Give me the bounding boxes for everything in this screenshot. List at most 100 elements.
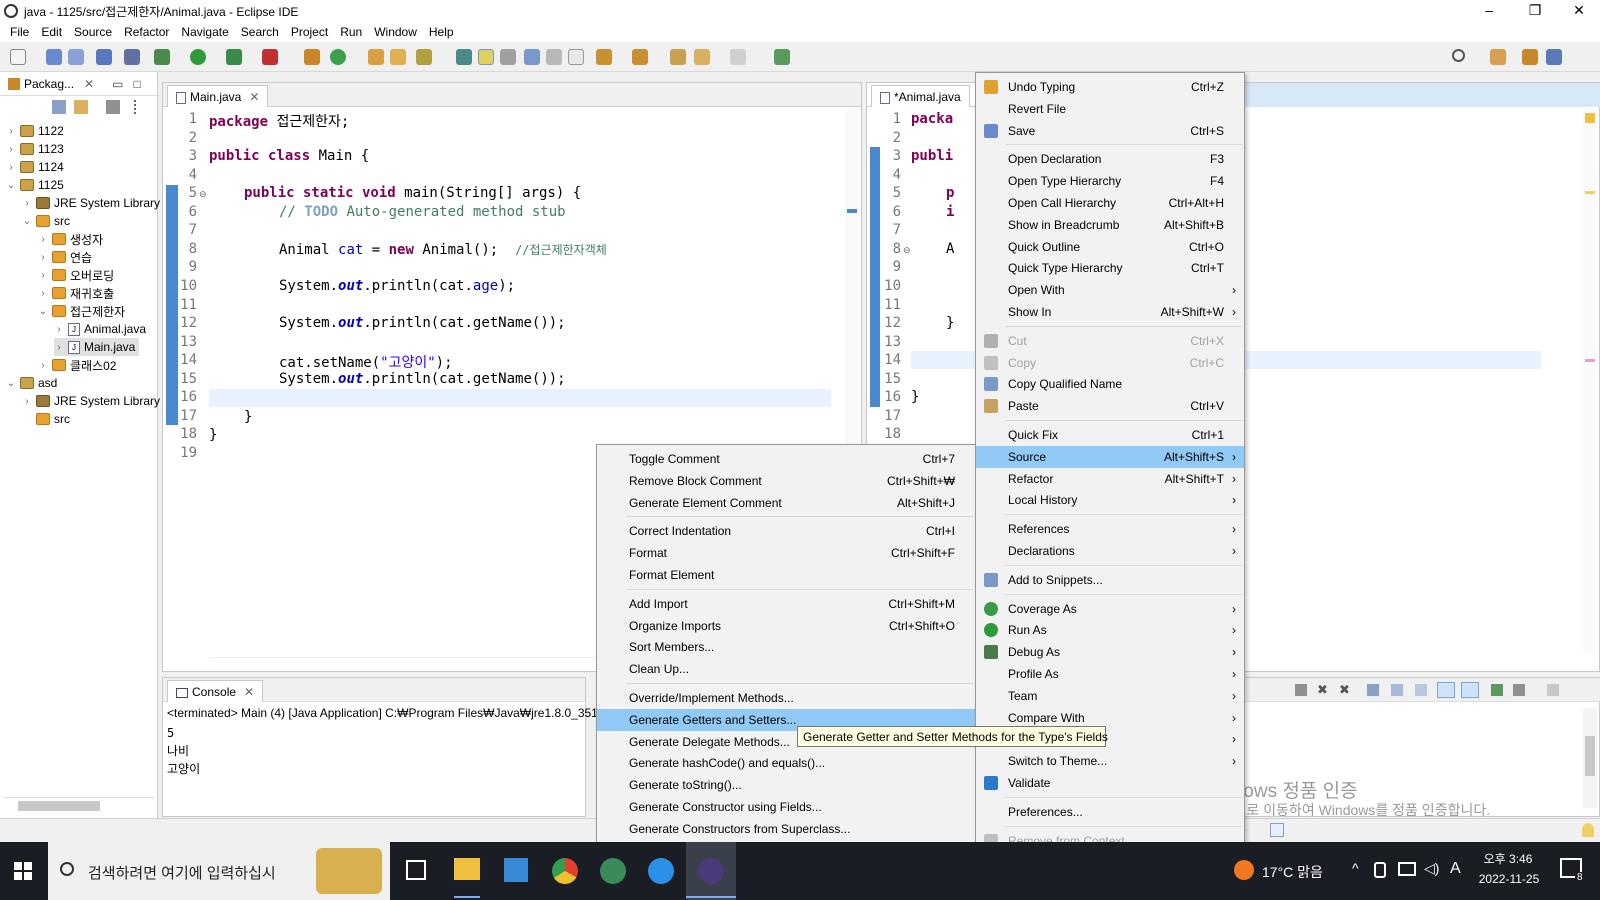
paragraph-icon[interactable]: [568, 49, 584, 65]
console-icon[interactable]: [96, 49, 112, 65]
display-console-icon[interactable]: [1513, 684, 1525, 696]
menu-help[interactable]: Help: [423, 25, 460, 39]
menu-item-switch-to-theme[interactable]: Switch to Theme... ›: [976, 750, 1244, 772]
package-explorer-title[interactable]: Packag...: [24, 77, 74, 91]
menu-item-show-in-breadcrumb[interactable]: Show in Breadcrumb Alt+Shift+B: [976, 214, 1244, 236]
warning-marker-icon[interactable]: [1585, 113, 1595, 123]
menu-refactor[interactable]: Refactor: [118, 25, 175, 39]
filter-icon[interactable]: [106, 100, 120, 114]
file-explorer-icon[interactable]: [454, 858, 480, 880]
menu-window[interactable]: Window: [368, 25, 423, 39]
overview-marker[interactable]: [1585, 359, 1595, 362]
windows-start-icon[interactable]: [14, 862, 32, 880]
taskbar-time[interactable]: 오후 3:46: [1478, 850, 1538, 867]
word-wrap-icon[interactable]: [1415, 684, 1427, 696]
tip-bulb-icon[interactable]: [1582, 823, 1594, 837]
menu-item-generate-hashcode-and-equals[interactable]: Generate hashCode() and equals()...: [597, 752, 975, 774]
terminate-icon[interactable]: [1295, 684, 1307, 696]
forward-icon[interactable]: [730, 49, 746, 65]
clear-console-icon[interactable]: [1367, 684, 1379, 696]
menu-item-references[interactable]: References ›: [976, 518, 1244, 540]
menu-item-copy[interactable]: Copy Ctrl+C: [976, 352, 1244, 374]
expand-chevron-icon[interactable]: ›: [6, 144, 16, 155]
tree-item[interactable]: › J Main.java: [54, 338, 140, 356]
minimize-button[interactable]: –: [1466, 0, 1512, 22]
menu-item-debug-as[interactable]: Debug As ›: [976, 641, 1244, 663]
pin-editor-icon[interactable]: [774, 49, 790, 65]
scroll-lock-icon[interactable]: [1391, 684, 1403, 696]
weather-icon[interactable]: [1234, 860, 1254, 880]
menu-item-override-implement-methods[interactable]: Override/Implement Methods...: [597, 687, 975, 709]
weather-text[interactable]: 17°C 맑음: [1262, 862, 1323, 882]
tree-item[interactable]: › 연습: [38, 248, 92, 266]
menu-item-quick-type-hierarchy[interactable]: Quick Type Hierarchy Ctrl+T: [976, 257, 1244, 279]
menu-item-undo-typing[interactable]: Undo Typing Ctrl+Z: [976, 76, 1244, 98]
open-type-icon[interactable]: [368, 49, 384, 65]
overview-marker[interactable]: [847, 209, 857, 213]
menu-item-generate-constructors-from-superclass[interactable]: Generate Constructors from Superclass...: [597, 818, 975, 840]
menu-item-correct-indentation[interactable]: Correct Indentation Ctrl+I: [597, 520, 975, 542]
menu-item-open-call-hierarchy[interactable]: Open Call Hierarchy Ctrl+Alt+H: [976, 192, 1244, 214]
menu-item-remove-block-comment[interactable]: Remove Block Comment Ctrl+Shift+₩: [597, 470, 975, 492]
show-whitespace-icon[interactable]: [546, 49, 562, 65]
menu-item-validate[interactable]: Validate: [976, 772, 1244, 794]
menu-item-refactor[interactable]: Refactor Alt+Shift+T ›: [976, 468, 1244, 490]
menu-project[interactable]: Project: [285, 25, 334, 39]
view-menu-icon[interactable]: [134, 100, 138, 114]
tree-item[interactable]: ⌄ asd: [6, 374, 58, 392]
expand-chevron-icon[interactable]: ›: [22, 396, 32, 407]
menu-item-revert-file[interactable]: Revert File: [976, 98, 1244, 120]
collapse-chevron-icon[interactable]: ⌄: [6, 378, 16, 389]
show-on-output-icon[interactable]: [1437, 682, 1455, 698]
tree-item[interactable]: src: [22, 410, 70, 428]
menu-item-profile-as[interactable]: Profile As ›: [976, 663, 1244, 685]
minimize-view-icon[interactable]: ▭: [112, 77, 123, 91]
prev-annotation-icon[interactable]: [632, 49, 648, 65]
tree-item[interactable]: › 오버로딩: [38, 266, 114, 284]
menu-item-quick-fix[interactable]: Quick Fix Ctrl+1: [976, 424, 1244, 446]
menu-item-open-type-hierarchy[interactable]: Open Type Hierarchy F4: [976, 170, 1244, 192]
menu-item-team[interactable]: Team ›: [976, 685, 1244, 707]
console-view[interactable]: Console ✕ <terminated> Main (4) [Java App…: [162, 677, 598, 817]
menu-edit[interactable]: Edit: [35, 25, 68, 39]
remove-launch-icon[interactable]: ✖: [1317, 683, 1329, 696]
menu-file[interactable]: File: [4, 25, 35, 39]
collapse-chevron-icon[interactable]: ⌄: [22, 216, 32, 227]
tree-item[interactable]: › 클래스02: [38, 356, 116, 374]
console-scrollbar[interactable]: [1583, 708, 1597, 808]
coverage-icon[interactable]: [226, 49, 242, 65]
link-editor-icon[interactable]: [74, 100, 88, 114]
fold-toggle-icon[interactable]: ⊖: [199, 189, 207, 200]
task-view-icon[interactable]: [406, 860, 426, 880]
tree-item[interactable]: ⌄ 1125: [6, 176, 64, 194]
eclipse-taskbar-button[interactable]: [686, 842, 736, 900]
search-icon[interactable]: [1452, 49, 1465, 62]
menu-search[interactable]: Search: [235, 25, 285, 39]
expand-chevron-icon[interactable]: ›: [54, 342, 64, 353]
new-icon[interactable]: [10, 49, 26, 65]
new-package-icon[interactable]: [304, 49, 320, 65]
menu-item-sort-members[interactable]: Sort Members...: [597, 636, 975, 658]
expand-chevron-icon[interactable]: ›: [38, 252, 48, 263]
collapse-chevron-icon[interactable]: ⌄: [38, 306, 48, 317]
menu-item-toggle-comment[interactable]: Toggle Comment Ctrl+7: [597, 448, 975, 470]
menu-item-copy-qualified-name[interactable]: Copy Qualified Name: [976, 373, 1244, 395]
menu-item-show-in[interactable]: Show In Alt+Shift+W ›: [976, 301, 1244, 323]
show-on-error-icon[interactable]: [1461, 682, 1479, 698]
close-view-icon[interactable]: ✕: [84, 77, 94, 91]
tree-item[interactable]: › JRE System Library: [22, 194, 160, 212]
menu-item-coverage-as[interactable]: Coverage As ›: [976, 598, 1244, 620]
horizontal-scrollbar[interactable]: [4, 797, 154, 813]
search-tool-icon[interactable]: [416, 49, 432, 65]
tab-animal-java[interactable]: *Animal.java: [871, 85, 970, 107]
menu-item-local-history[interactable]: Local History ›: [976, 489, 1244, 511]
collapse-all-icon[interactable]: [52, 100, 66, 114]
scrollbar-thumb[interactable]: [18, 801, 100, 811]
tab-main-java[interactable]: Main.java ✕: [167, 85, 269, 107]
expand-chevron-icon[interactable]: ›: [38, 360, 48, 371]
toggle-mark-occurrences-icon[interactable]: [456, 49, 472, 65]
highlight-icon[interactable]: [478, 49, 494, 65]
tree-item[interactable]: › 1122: [6, 122, 63, 140]
tray-expand-icon[interactable]: ^: [1352, 860, 1359, 876]
menu-item-open-with[interactable]: Open With ›: [976, 279, 1244, 301]
